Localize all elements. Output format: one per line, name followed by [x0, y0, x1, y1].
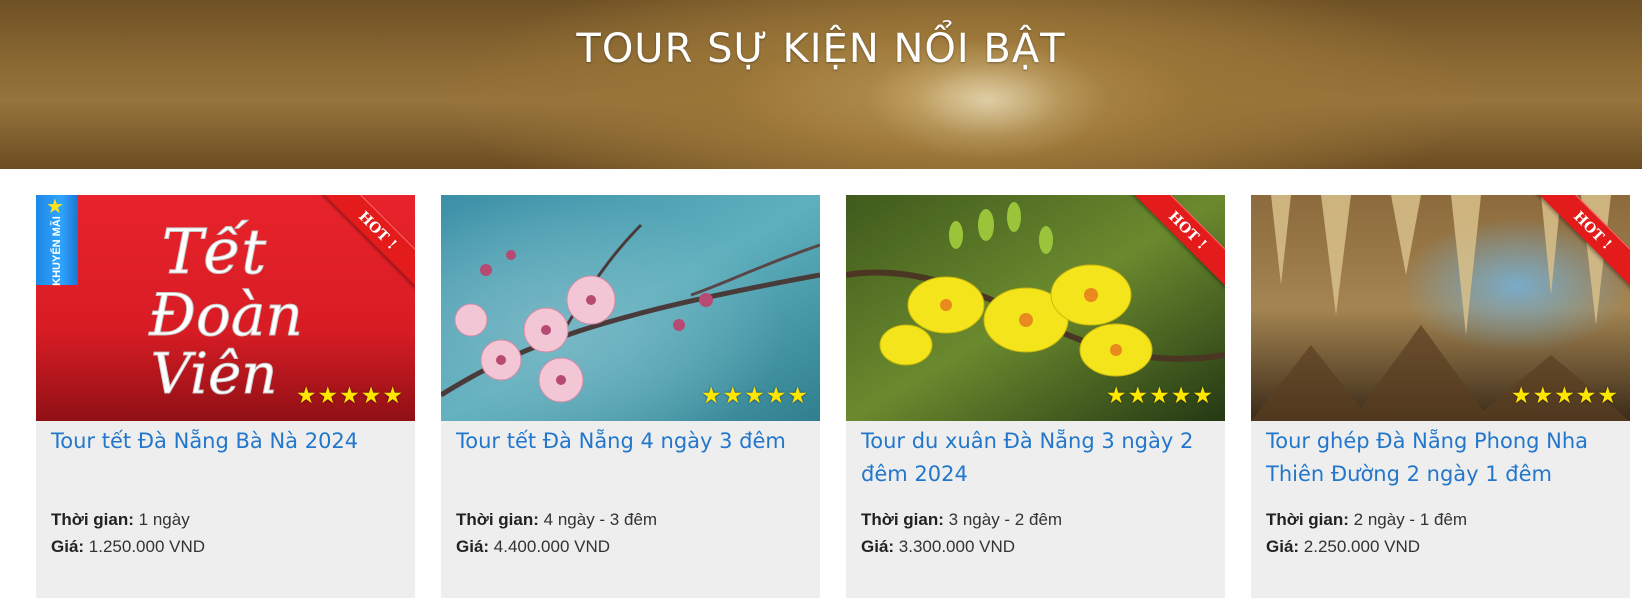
tour-image[interactable]: HOT ! ★ ★ ★ ★ ★ [846, 195, 1225, 421]
tour-image[interactable]: HOT ! ★ ★ ★ ★ ★ [1251, 195, 1630, 421]
tour-title-link[interactable]: Tour tết Đà Nẵng 4 ngày 3 đêm [456, 425, 806, 458]
price-row: Giá: 3.300.000 VND [861, 533, 1211, 560]
star-icon: ★ [765, 382, 787, 408]
tour-info: Thời gian: 4 ngày - 3 đêm Giá: 4.400.000… [456, 506, 806, 560]
image-text-1: Tết [162, 215, 266, 288]
tour-info: Thời gian: 2 ngày - 1 đêm Giá: 2.250.000… [1266, 506, 1616, 560]
price-row: Giá: 4.400.000 VND [456, 533, 806, 560]
hot-label: HOT ! [1530, 195, 1630, 293]
tour-card[interactable]: HOT ! ★ ★ ★ ★ ★ Tour ghép Đà Nẵng Phong Nha … [1251, 195, 1630, 598]
section-banner: TOUR SỰ KIỆN NỔI BẬT [0, 0, 1642, 169]
price-value: 2.250.000 VND [1303, 537, 1421, 556]
star-icon: ★ [295, 382, 317, 408]
tour-info: Thời gian: 3 ngày - 2 đêm Giá: 3.300.000… [861, 506, 1211, 560]
tour-title-link[interactable]: Tour tết Đà Nẵng Bà Nà 2024 [51, 425, 401, 458]
promo-label: KHUYẾN MÃI [51, 216, 63, 286]
hot-ribbon: HOT ! [1530, 195, 1630, 295]
duration-row: Thời gian: 4 ngày - 3 đêm [456, 506, 806, 533]
star-icon: ★ [360, 382, 382, 408]
duration-value: 3 ngày - 2 đêm [948, 510, 1063, 529]
star-icon: ★ [382, 382, 403, 408]
rating-stars: ★ ★ ★ ★ ★ [1106, 383, 1213, 407]
tour-image[interactable]: Tết Đoàn Viên ★ KHUYẾN MÃI HOT ! ★ ★ ★ ★ ★ [36, 195, 415, 421]
star-icon: ★ [1127, 382, 1149, 408]
price-label: Giá: [51, 537, 85, 556]
price-row: Giá: 1.250.000 VND [51, 533, 401, 560]
image-text-3: Viên [151, 342, 278, 407]
duration-value: 2 ngày - 1 đêm [1353, 510, 1468, 529]
price-label: Giá: [1266, 537, 1300, 556]
duration-row: Thời gian: 3 ngày - 2 đêm [861, 506, 1211, 533]
hot-label: HOT ! [315, 195, 415, 293]
price-value: 3.300.000 VND [898, 537, 1016, 556]
tour-image[interactable]: ★ ★ ★ ★ ★ [441, 195, 820, 421]
tour-card[interactable]: Tết Đoàn Viên ★ KHUYẾN MÃI HOT ! ★ ★ ★ ★ ★ T… [36, 195, 415, 598]
image-text-2: Đoàn [148, 281, 303, 349]
rating-stars: ★ ★ ★ ★ ★ [296, 383, 403, 407]
section-title: TOUR SỰ KIỆN NỔI BẬT [576, 26, 1066, 72]
duration-label: Thời gian: [456, 510, 539, 529]
star-icon: ★ [1105, 382, 1127, 408]
star-icon: ★ [1554, 382, 1575, 408]
tour-info: Thời gian: 1 ngày Giá: 1.250.000 VND [51, 506, 401, 560]
duration-row: Thời gian: 2 ngày - 1 đêm [1266, 506, 1616, 533]
tour-title-link[interactable]: Tour ghép Đà Nẵng Phong Nha Thiên Đường … [1266, 425, 1616, 491]
star-icon: ★ [1575, 382, 1597, 408]
rating-stars: ★ ★ ★ ★ ★ [1511, 383, 1618, 407]
duration-label: Thời gian: [51, 510, 134, 529]
tour-card[interactable]: HOT ! ★ ★ ★ ★ ★ Tour du xuân Đà Nẵng 3 ngày … [846, 195, 1225, 598]
star-icon: ★ [1597, 382, 1618, 408]
tour-grid: Tết Đoàn Viên ★ KHUYẾN MÃI HOT ! ★ ★ ★ ★ ★ T… [0, 195, 1642, 598]
hot-ribbon: HOT ! [1125, 195, 1225, 295]
tour-card[interactable]: ★ ★ ★ ★ ★ Tour tết Đà Nẵng 4 ngày 3 đêm Thời… [441, 195, 820, 598]
promo-badge: ★ KHUYẾN MÃI [36, 195, 78, 286]
duration-row: Thời gian: 1 ngày [51, 506, 401, 533]
star-icon: ★ [1510, 382, 1532, 408]
star-icon: ★ [1192, 382, 1213, 408]
star-icon: ★ [787, 382, 808, 408]
star-icon: ★ [317, 382, 339, 408]
tour-title-link[interactable]: Tour du xuân Đà Nẵng 3 ngày 2 đêm 2024 [861, 425, 1211, 491]
rating-stars: ★ ★ ★ ★ ★ [701, 383, 808, 407]
star-icon: ★ [1170, 382, 1192, 408]
star-icon: ★ [1532, 382, 1554, 408]
price-value: 4.400.000 VND [493, 537, 611, 556]
duration-label: Thời gian: [861, 510, 944, 529]
price-value: 1.250.000 VND [88, 537, 206, 556]
price-label: Giá: [456, 537, 490, 556]
star-icon: ★ [1149, 382, 1170, 408]
star-icon: ★ [339, 382, 360, 408]
star-icon: ★ [744, 382, 765, 408]
star-icon: ★ [700, 382, 722, 408]
hot-ribbon: HOT ! [315, 195, 415, 295]
duration-value: 1 ngày [138, 510, 190, 529]
price-row: Giá: 2.250.000 VND [1266, 533, 1616, 560]
hot-label: HOT ! [1125, 195, 1225, 293]
price-label: Giá: [861, 537, 895, 556]
star-icon: ★ [722, 382, 744, 408]
duration-value: 4 ngày - 3 đêm [543, 510, 658, 529]
duration-label: Thời gian: [1266, 510, 1349, 529]
